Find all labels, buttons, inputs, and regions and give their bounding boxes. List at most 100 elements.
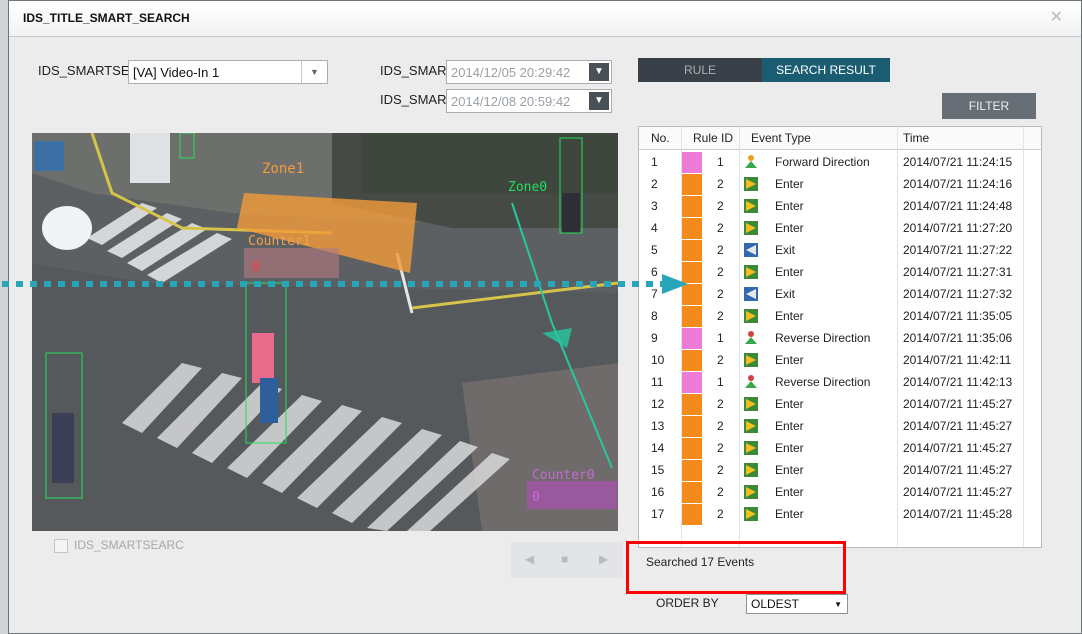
- enter-icon: [744, 353, 758, 367]
- row-number: 16: [651, 485, 665, 499]
- row-rule-id: 1: [717, 155, 724, 169]
- row-event-type: Enter: [775, 221, 804, 235]
- table-row[interactable]: 6 2 Enter 2014/07/21 11:27:31: [639, 261, 1041, 283]
- table-row[interactable]: 2 2 Enter 2014/07/21 11:24:16: [639, 173, 1041, 195]
- row-rule-id: 2: [717, 287, 724, 301]
- table-row[interactable]: 14 2 Enter 2014/07/21 11:45:27: [639, 437, 1041, 459]
- row-rule-id: 2: [717, 221, 724, 235]
- row-number: 15: [651, 463, 665, 477]
- row-time: 2014/07/21 11:45:27: [903, 485, 1013, 499]
- table-row[interactable]: 13 2 Enter 2014/07/21 11:45:27: [639, 415, 1041, 437]
- tab-search-result[interactable]: SEARCH RESULT: [762, 58, 890, 82]
- table-row[interactable]: 17 2 Enter 2014/07/21 11:45:28: [639, 503, 1041, 525]
- row-event-type: Enter: [775, 353, 804, 367]
- row-number: 14: [651, 441, 665, 455]
- rule-color-swatch: [682, 438, 702, 459]
- next-icon[interactable]: ▶: [599, 552, 608, 566]
- row-number: 6: [651, 265, 658, 279]
- rule-color-swatch: [682, 218, 702, 239]
- chevron-down-icon[interactable]: ▼: [589, 92, 609, 110]
- order-by-value: OLDEST: [751, 597, 800, 611]
- results-table: No. Rule ID Event Type Time 1 1 Forward Di…: [638, 126, 1042, 548]
- direction-icon: [745, 155, 757, 168]
- counter0-label: Counter0: [532, 468, 595, 483]
- table-row[interactable]: 12 2 Enter 2014/07/21 11:45:27: [639, 393, 1041, 415]
- rule-color-swatch: [682, 482, 702, 503]
- rule-color-swatch: [682, 328, 702, 349]
- rule-color-swatch: [682, 174, 702, 195]
- enter-icon: [744, 309, 758, 323]
- table-row[interactable]: 5 2 Exit 2014/07/21 11:27:22: [639, 239, 1041, 261]
- end-time-picker[interactable]: 2014/12/08 20:59:42 ▼: [446, 89, 612, 113]
- prev-icon[interactable]: ◀: [525, 552, 534, 566]
- rule-color-swatch: [682, 350, 702, 371]
- row-time: 2014/07/21 11:45:28: [903, 507, 1013, 521]
- close-icon[interactable]: ✕: [1050, 7, 1063, 27]
- row-number: 12: [651, 397, 665, 411]
- column-rule-id[interactable]: Rule ID: [693, 131, 733, 145]
- enter-icon: [744, 199, 758, 213]
- row-event-type: Enter: [775, 485, 804, 499]
- row-time: 2014/07/21 11:35:05: [903, 309, 1013, 323]
- table-row[interactable]: 8 2 Enter 2014/07/21 11:35:05: [639, 305, 1041, 327]
- row-event-type: Reverse Direction: [775, 331, 871, 345]
- counter0-value: 0: [532, 490, 540, 505]
- start-time-label: IDS_SMART: [380, 63, 450, 78]
- column-time[interactable]: Time: [903, 131, 929, 145]
- row-time: 2014/07/21 11:27:31: [903, 265, 1013, 279]
- chevron-down-icon[interactable]: ▼: [301, 61, 327, 83]
- row-time: 2014/07/21 11:27:32: [903, 287, 1013, 301]
- smartsearch-checkbox[interactable]: [54, 539, 68, 553]
- tab-bar: RULE SEARCH RESULT: [638, 58, 890, 82]
- table-row[interactable]: 4 2 Enter 2014/07/21 11:27:20: [639, 217, 1041, 239]
- row-event-type: Enter: [775, 177, 804, 191]
- table-row[interactable]: 3 2 Enter 2014/07/21 11:24:48: [639, 195, 1041, 217]
- tab-rule[interactable]: RULE: [638, 58, 762, 82]
- table-row[interactable]: 16 2 Enter 2014/07/21 11:45:27: [639, 481, 1041, 503]
- row-time: 2014/07/21 11:35:06: [903, 331, 1013, 345]
- enter-icon: [744, 485, 758, 499]
- row-event-type: Enter: [775, 463, 804, 477]
- camera-select[interactable]: [VA] Video-In 1 ▼: [128, 60, 328, 84]
- row-event-type: Exit: [775, 243, 796, 257]
- row-rule-id: 2: [717, 177, 724, 191]
- row-number: 7: [651, 287, 658, 301]
- table-header: No. Rule ID Event Type Time: [639, 127, 1041, 150]
- chevron-down-icon[interactable]: ▼: [589, 63, 609, 81]
- row-rule-id: 2: [717, 243, 724, 257]
- row-rule-id: 2: [717, 463, 724, 477]
- row-event-type: Enter: [775, 199, 804, 213]
- column-no[interactable]: No.: [651, 131, 670, 145]
- rule-color-swatch: [682, 394, 702, 415]
- enter-icon: [744, 419, 758, 433]
- table-row[interactable]: 10 2 Enter 2014/07/21 11:42:11: [639, 349, 1041, 371]
- row-rule-id: 2: [717, 353, 724, 367]
- start-time-value: 2014/12/05 20:29:42: [451, 65, 571, 80]
- start-time-picker[interactable]: 2014/12/05 20:29:42 ▼: [446, 60, 612, 84]
- row-rule-id: 2: [717, 507, 724, 521]
- row-number: 8: [651, 309, 658, 323]
- table-row[interactable]: 9 1 Reverse Direction 2014/07/21 11:35:06: [639, 327, 1041, 349]
- counter1-value: 0: [252, 260, 260, 275]
- exit-icon: [744, 287, 758, 301]
- rule-color-swatch: [682, 460, 702, 481]
- row-rule-id: 2: [717, 441, 724, 455]
- chevron-down-icon[interactable]: ▼: [834, 600, 842, 609]
- table-row[interactable]: 1 1 Forward Direction 2014/07/21 11:24:15: [639, 151, 1041, 173]
- enter-icon: [744, 177, 758, 191]
- row-time: 2014/07/21 11:24:48: [903, 199, 1013, 213]
- rule-color-swatch: [682, 152, 702, 173]
- zone0-label: Zone0: [508, 180, 547, 195]
- stop-icon[interactable]: ■: [561, 552, 568, 566]
- zone1-label: Zone1: [262, 161, 304, 177]
- filter-button[interactable]: FILTER: [942, 93, 1036, 119]
- order-by-label: ORDER BY: [656, 596, 719, 610]
- table-row[interactable]: 15 2 Enter 2014/07/21 11:45:27: [639, 459, 1041, 481]
- column-event-type[interactable]: Event Type: [751, 131, 811, 145]
- enter-icon: [744, 507, 758, 521]
- camera-label: IDS_SMARTSEA: [38, 63, 128, 78]
- order-by-select[interactable]: OLDEST ▼: [746, 594, 848, 614]
- table-row[interactable]: 7 2 Exit 2014/07/21 11:27:32: [639, 283, 1041, 305]
- table-row[interactable]: 11 1 Reverse Direction 2014/07/21 11:42:13: [639, 371, 1041, 393]
- row-rule-id: 1: [717, 331, 724, 345]
